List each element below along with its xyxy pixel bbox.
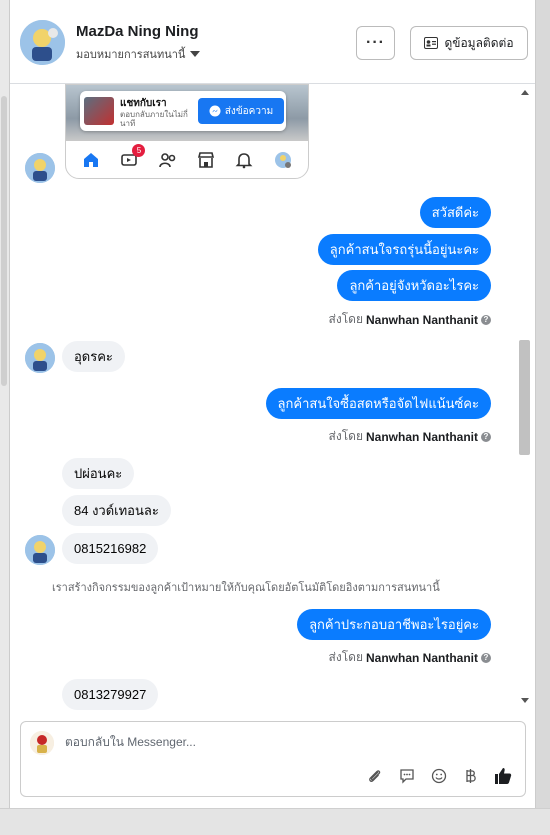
left-scrollbar[interactable] xyxy=(0,0,9,835)
sent-by-label: ส่งโดย Nanwhan Nanthanit ? xyxy=(329,427,491,446)
saved-reply-icon[interactable] xyxy=(397,766,417,786)
send-message-button[interactable]: ส่งข้อความ xyxy=(198,98,284,124)
info-icon[interactable]: ? xyxy=(481,431,491,442)
window-bottom-bar xyxy=(0,808,550,835)
contact-name[interactable]: MazDa Ning Ning xyxy=(76,23,199,40)
send-message-label: ส่งข้อความ xyxy=(224,105,274,117)
watch-icon: 5 xyxy=(119,144,146,170)
view-contact-info-button[interactable]: ดูข้อมูลติดต่อ xyxy=(410,26,528,60)
home-icon xyxy=(81,150,101,170)
message-in-phone[interactable]: 0815216982 xyxy=(62,533,159,564)
more-options-button[interactable]: ··· xyxy=(356,26,395,60)
contact-card-icon xyxy=(424,37,439,49)
chat-with-us-widget: แชทกับเรา ตอบกลับภายในไม่กี่นาที ส่งข้อค… xyxy=(80,91,286,131)
composer-toolbar xyxy=(365,766,513,786)
marketplace-icon xyxy=(196,150,216,170)
scrollbar-thumb[interactable] xyxy=(519,340,530,455)
message-out-payment[interactable]: ลูกค้าสนใจซื้อสดหรือจัดไฟแน้นซ์คะ xyxy=(265,388,491,419)
chat-title: แชทกับเรา xyxy=(120,98,167,109)
message-out-province[interactable]: ลูกค้าอยู่จังหวัดอะไรคะ xyxy=(337,270,491,301)
payment-baht-icon[interactable] xyxy=(461,766,481,786)
message-in-province-reply[interactable]: อุดรคะ xyxy=(62,341,125,372)
reply-composer xyxy=(20,721,526,797)
profile-icon xyxy=(273,150,293,170)
system-message: เราสร้างกิจกรรมของลูกค้าเป้าหมายให้กับคุ… xyxy=(52,582,440,594)
thumbs-up-icon[interactable] xyxy=(493,766,513,786)
message-in-phone-2[interactable]: 0813279927 xyxy=(62,679,159,710)
assign-conversation-dropdown[interactable]: มอบหมายการสนทนานี้ xyxy=(76,45,201,63)
left-scrollbar-thumb[interactable] xyxy=(1,96,7,386)
page-preview-card[interactable]: แชทกับเรา ตอบกลับภายในไม่กี่นาที ส่งข้อค… xyxy=(65,84,309,179)
sent-by-agent: Nanwhan Nanthanit xyxy=(365,312,478,327)
sent-by-label: ส่งโดย Nanwhan Nanthanit ? xyxy=(329,310,491,329)
view-contact-info-label: ดูข้อมูลติดต่อ xyxy=(444,35,514,50)
chat-subtitle: ตอบกลับภายในไม่กี่นาที xyxy=(120,110,188,128)
scroll-up-arrow[interactable] xyxy=(521,90,529,95)
sent-by-agent: Nanwhan Nanthanit xyxy=(365,429,478,444)
contact-avatar[interactable] xyxy=(20,20,65,65)
contact-avatar-small xyxy=(25,153,55,183)
agent-avatar xyxy=(30,731,54,755)
message-out-interest[interactable]: ลูกค้าสนใจรถรุ่นนี้อยู่นะคะ xyxy=(317,234,491,265)
emoji-icon[interactable] xyxy=(429,766,449,786)
messenger-icon xyxy=(209,105,221,117)
reply-input[interactable] xyxy=(65,735,485,749)
message-out-occupation[interactable]: ลูกค้าประกอบอาชีพอะไรอยู่คะ xyxy=(297,609,491,640)
sent-by-prefix: ส่งโดย xyxy=(328,312,363,326)
sent-by-label: ส่งโดย Nanwhan Nanthanit ? xyxy=(329,648,491,667)
notification-badge: 5 xyxy=(132,144,146,157)
sent-by-prefix: ส่งโดย xyxy=(328,650,363,664)
bell-icon xyxy=(234,150,254,170)
conversation-panel: MazDa Ning Ning มอบหมายการสนทนานี้ ··· ด… xyxy=(9,0,536,808)
message-in-term[interactable]: 84 งวด์เทอนละ xyxy=(62,495,171,526)
preview-nav-bar: 5 xyxy=(66,141,308,178)
message-in-installment[interactable]: ปผ่อนคะ xyxy=(62,458,135,489)
conversation-header: MazDa Ning Ning มอบหมายการสนทนานี้ ··· ด… xyxy=(10,0,535,84)
caret-down-icon xyxy=(190,51,201,57)
message-out-greeting[interactable]: สวัสดีค่ะ xyxy=(419,197,491,228)
info-icon[interactable]: ? xyxy=(481,652,491,663)
info-icon[interactable]: ? xyxy=(481,314,491,325)
car-thumbnail xyxy=(84,97,114,125)
scroll-down-arrow[interactable] xyxy=(521,698,529,703)
assign-label: มอบหมายการสนทนานี้ xyxy=(76,49,186,61)
contact-avatar-small xyxy=(25,535,55,565)
friends-icon xyxy=(158,150,178,170)
contact-avatar-small xyxy=(25,343,55,373)
attachment-icon[interactable] xyxy=(365,766,385,786)
sent-by-agent: Nanwhan Nanthanit xyxy=(365,650,478,665)
sent-by-prefix: ส่งโดย xyxy=(328,429,363,443)
